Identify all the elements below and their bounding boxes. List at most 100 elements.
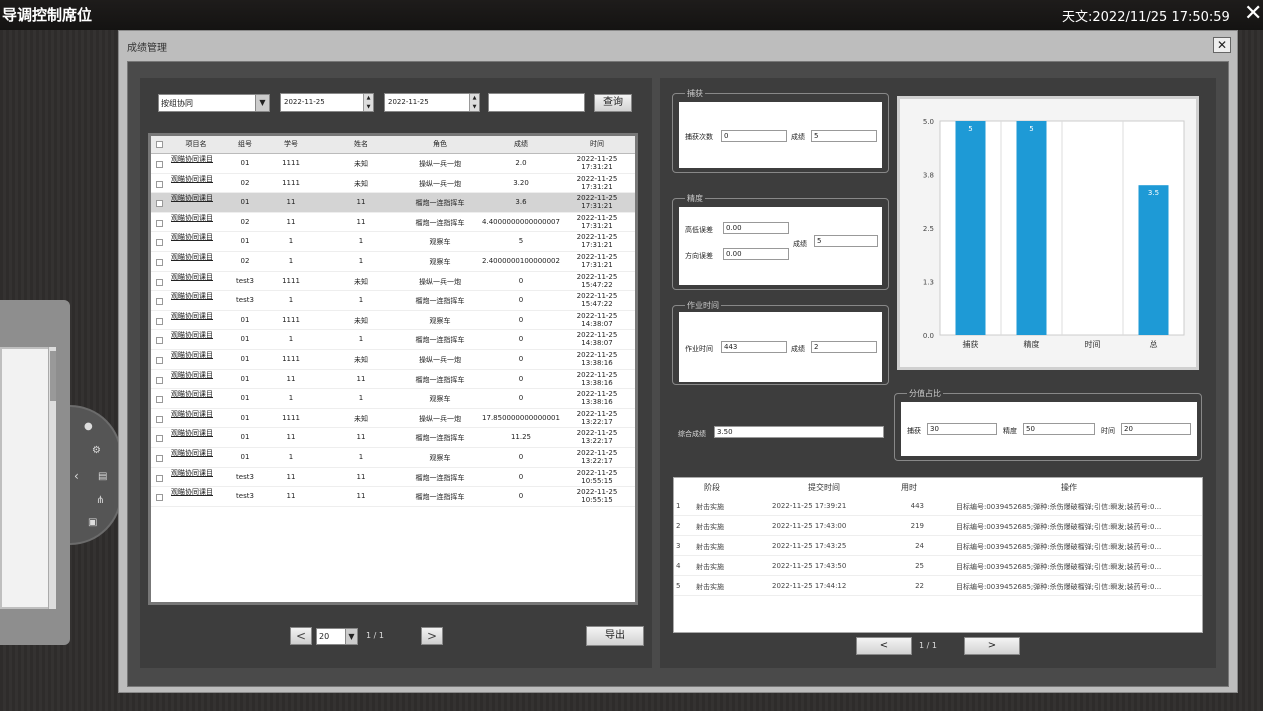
direction-error-field[interactable]: 0.00 xyxy=(723,248,789,260)
settings-icon[interactable]: ⚙ xyxy=(92,445,101,456)
log-col-operation[interactable]: 操作 xyxy=(934,482,1202,493)
row-checkbox[interactable] xyxy=(156,396,163,404)
row-checkbox[interactable] xyxy=(156,435,163,443)
row-checkbox[interactable] xyxy=(156,317,163,325)
table-row[interactable]: 观瞄协同课目 01 1111 未知 观察车 0 2022-11-25 14:38:07 xyxy=(151,311,635,331)
row-checkbox[interactable] xyxy=(156,200,163,208)
mode-dropdown[interactable]: 按组协同 ▼ xyxy=(158,94,270,112)
side-panel-scrollbar[interactable] xyxy=(48,347,56,609)
chevron-down-icon[interactable]: ▼ xyxy=(255,95,269,111)
log-prev-button[interactable]: < xyxy=(856,637,912,655)
row-checkbox[interactable] xyxy=(156,298,163,306)
cell-id: 11 xyxy=(286,433,296,442)
side-panel-list[interactable] xyxy=(0,347,55,609)
precision-ratio-field[interactable]: 50 xyxy=(1023,423,1095,435)
col-score[interactable]: 成绩 xyxy=(481,139,561,149)
row-checkbox[interactable] xyxy=(156,180,163,188)
table-row[interactable]: 观瞄协同课目 01 1111 未知 操纵一兵一炮 0 2022-11-25 13:38:16 xyxy=(151,350,635,370)
page-size-dropdown[interactable]: 20 ▼ xyxy=(316,628,358,645)
user-icon[interactable]: ● xyxy=(84,421,93,432)
table-row[interactable]: 观瞄协同课目 01 1 1 观察车 5 2022-11-25 17:31:21 xyxy=(151,232,635,252)
left-prev-button[interactable]: < xyxy=(290,627,312,645)
dialog-close-button[interactable]: ✕ xyxy=(1213,37,1231,53)
table-row[interactable]: 观瞄协同课目 02 1 1 观察车 2.4000000100000002 2022-11-2… xyxy=(151,252,635,272)
row-checkbox[interactable] xyxy=(156,239,163,247)
col-time[interactable]: 时间 xyxy=(563,139,631,149)
row-checkbox[interactable] xyxy=(156,357,163,364)
cell-score: 0 xyxy=(518,276,524,285)
table-row[interactable]: 观瞄协同课目 test3 1 1 榴炮一连指挥车 0 2022-11-25 15:47:22 xyxy=(151,291,635,311)
col-student-id[interactable]: 学号 xyxy=(261,139,321,149)
row-checkbox[interactable] xyxy=(156,219,163,227)
cell-role: 操纵一兵一炮 xyxy=(419,277,461,286)
log-next-button[interactable]: > xyxy=(964,637,1020,655)
scrollbar-thumb[interactable] xyxy=(50,351,56,401)
col-project[interactable]: 项目名 xyxy=(171,139,221,149)
select-all-checkbox[interactable] xyxy=(156,141,163,148)
precision-score-field[interactable]: 5 xyxy=(814,235,878,247)
table-row[interactable]: 观瞄协同课目 01 11 11 榴炮一连指挥车 11.25 2022-11-25 13:22… xyxy=(151,428,635,448)
capture-ratio-field[interactable]: 30 xyxy=(927,423,997,435)
table-row[interactable]: 观瞄协同课目 01 1 1 观察车 0 2022-11-25 13:38:16 xyxy=(151,389,635,409)
precision-group-title: 精度 xyxy=(685,193,705,204)
log-col-duration[interactable]: 用时 xyxy=(894,482,924,493)
row-checkbox[interactable] xyxy=(156,278,163,286)
row-checkbox[interactable] xyxy=(156,474,163,482)
height-error-field[interactable]: 0.00 xyxy=(723,222,789,234)
list-icon[interactable]: ▤ xyxy=(98,471,107,482)
app-close-icon[interactable]: ✕ xyxy=(1244,2,1262,26)
total-score-field[interactable]: 3.50 xyxy=(714,426,884,438)
row-checkbox[interactable] xyxy=(156,161,163,168)
table-row[interactable]: 观瞄协同课目 test3 11 11 榴炮一连指挥车 0 2022-11-25 10:55:… xyxy=(151,468,635,488)
col-group[interactable]: 组号 xyxy=(231,139,259,149)
log-row[interactable]: 4 射击实施 2022-11-25 17:43:50 25 目标编号:003945268… xyxy=(674,556,1202,576)
work-time-field[interactable]: 443 xyxy=(721,341,787,353)
row-checkbox[interactable] xyxy=(156,415,163,423)
log-row[interactable]: 3 射击实施 2022-11-25 17:43:25 24 目标编号:003945268… xyxy=(674,536,1202,556)
row-checkbox[interactable] xyxy=(156,376,163,384)
log-row[interactable]: 5 射击实施 2022-11-25 17:44:12 22 目标编号:003945268… xyxy=(674,576,1202,596)
share-icon[interactable]: ⋔ xyxy=(96,495,104,506)
log-cell-time: 2022-11-25 17:44:12 xyxy=(772,582,847,590)
chevron-down-icon[interactable]: ▼ xyxy=(345,629,357,644)
capture-score-field[interactable]: 5 xyxy=(811,130,877,142)
work-score-field[interactable]: 2 xyxy=(811,341,877,353)
log-row[interactable]: 1 射击实施 2022-11-25 17:39:21 443 目标编号:00394526… xyxy=(674,496,1202,516)
table-row[interactable]: 观瞄协同课目 01 11 11 榴炮一连指挥车 3.6 2022-11-25 17:31:2… xyxy=(151,193,635,213)
row-checkbox[interactable] xyxy=(156,494,163,502)
table-row[interactable]: 观瞄协同课目 01 1 1 榴炮一连指挥车 0 2022-11-25 14:38:07 xyxy=(151,330,635,350)
log-row[interactable]: 2 射击实施 2022-11-25 17:43:00 219 目标编号:00394526… xyxy=(674,516,1202,536)
end-date-field[interactable]: 2022-11-25 ▲ ▼ xyxy=(384,93,480,112)
table-row[interactable]: 观瞄协同课目 02 1111 未知 操纵一兵一炮 3.20 2022-11-25 17:31… xyxy=(151,174,635,194)
cell-group: test3 xyxy=(236,296,254,305)
profile-icon[interactable]: ▣ xyxy=(88,517,97,528)
cell-time: 2022-11-25 13:38:16 xyxy=(576,370,618,387)
table-row[interactable]: 观瞄协同课目 test3 1111 未知 操纵一兵一炮 0 2022-11-25 15:47… xyxy=(151,272,635,292)
table-row[interactable]: 观瞄协同课目 01 1111 未知 操纵一兵一炮 2.0 2022-11-25 17:31:… xyxy=(151,154,635,174)
table-row[interactable]: 观瞄协同课目 test3 11 11 榴炮一连指挥车 0 2022-11-25 10:55:… xyxy=(151,487,635,507)
table-row[interactable]: 观瞄协同课目 01 11 11 榴炮一连指挥车 0 2022-11-25 13:38:16 xyxy=(151,370,635,390)
chevron-left-icon[interactable]: ‹ xyxy=(74,469,79,483)
query-button[interactable]: 查询 xyxy=(594,94,632,112)
keyword-input[interactable] xyxy=(488,93,585,112)
end-date-spinner[interactable]: ▲ ▼ xyxy=(469,94,479,111)
cell-role: 榴炮一连指挥车 xyxy=(415,297,465,306)
table-row[interactable]: 观瞄协同课目 02 11 11 榴炮一连指挥车 4.4000000000000007 202… xyxy=(151,213,635,233)
table-row[interactable]: 观瞄协同课目 01 1 1 观察车 0 2022-11-25 13:22:17 xyxy=(151,448,635,468)
row-checkbox[interactable] xyxy=(156,337,163,345)
time-ratio-field[interactable]: 20 xyxy=(1121,423,1191,435)
cell-role: 榴炮一连指挥车 xyxy=(415,336,465,345)
log-col-stage[interactable]: 阶段 xyxy=(694,482,730,493)
capture-count-field[interactable]: 0 xyxy=(721,130,787,142)
time-ratio-label: 时间 xyxy=(1101,427,1115,435)
left-next-button[interactable]: > xyxy=(421,627,443,645)
export-button[interactable]: 导出 xyxy=(586,626,644,646)
start-date-spinner[interactable]: ▲ ▼ xyxy=(363,94,373,111)
row-checkbox[interactable] xyxy=(156,259,163,266)
col-name[interactable]: 姓名 xyxy=(326,139,396,149)
log-col-time[interactable]: 提交时间 xyxy=(774,482,874,493)
table-row[interactable]: 观瞄协同课目 01 1111 未知 操纵一兵一炮 17.850000000000001 20… xyxy=(151,409,635,429)
col-role[interactable]: 角色 xyxy=(401,139,479,149)
row-checkbox[interactable] xyxy=(156,455,163,462)
start-date-field[interactable]: 2022-11-25 ▲ ▼ xyxy=(280,93,374,112)
